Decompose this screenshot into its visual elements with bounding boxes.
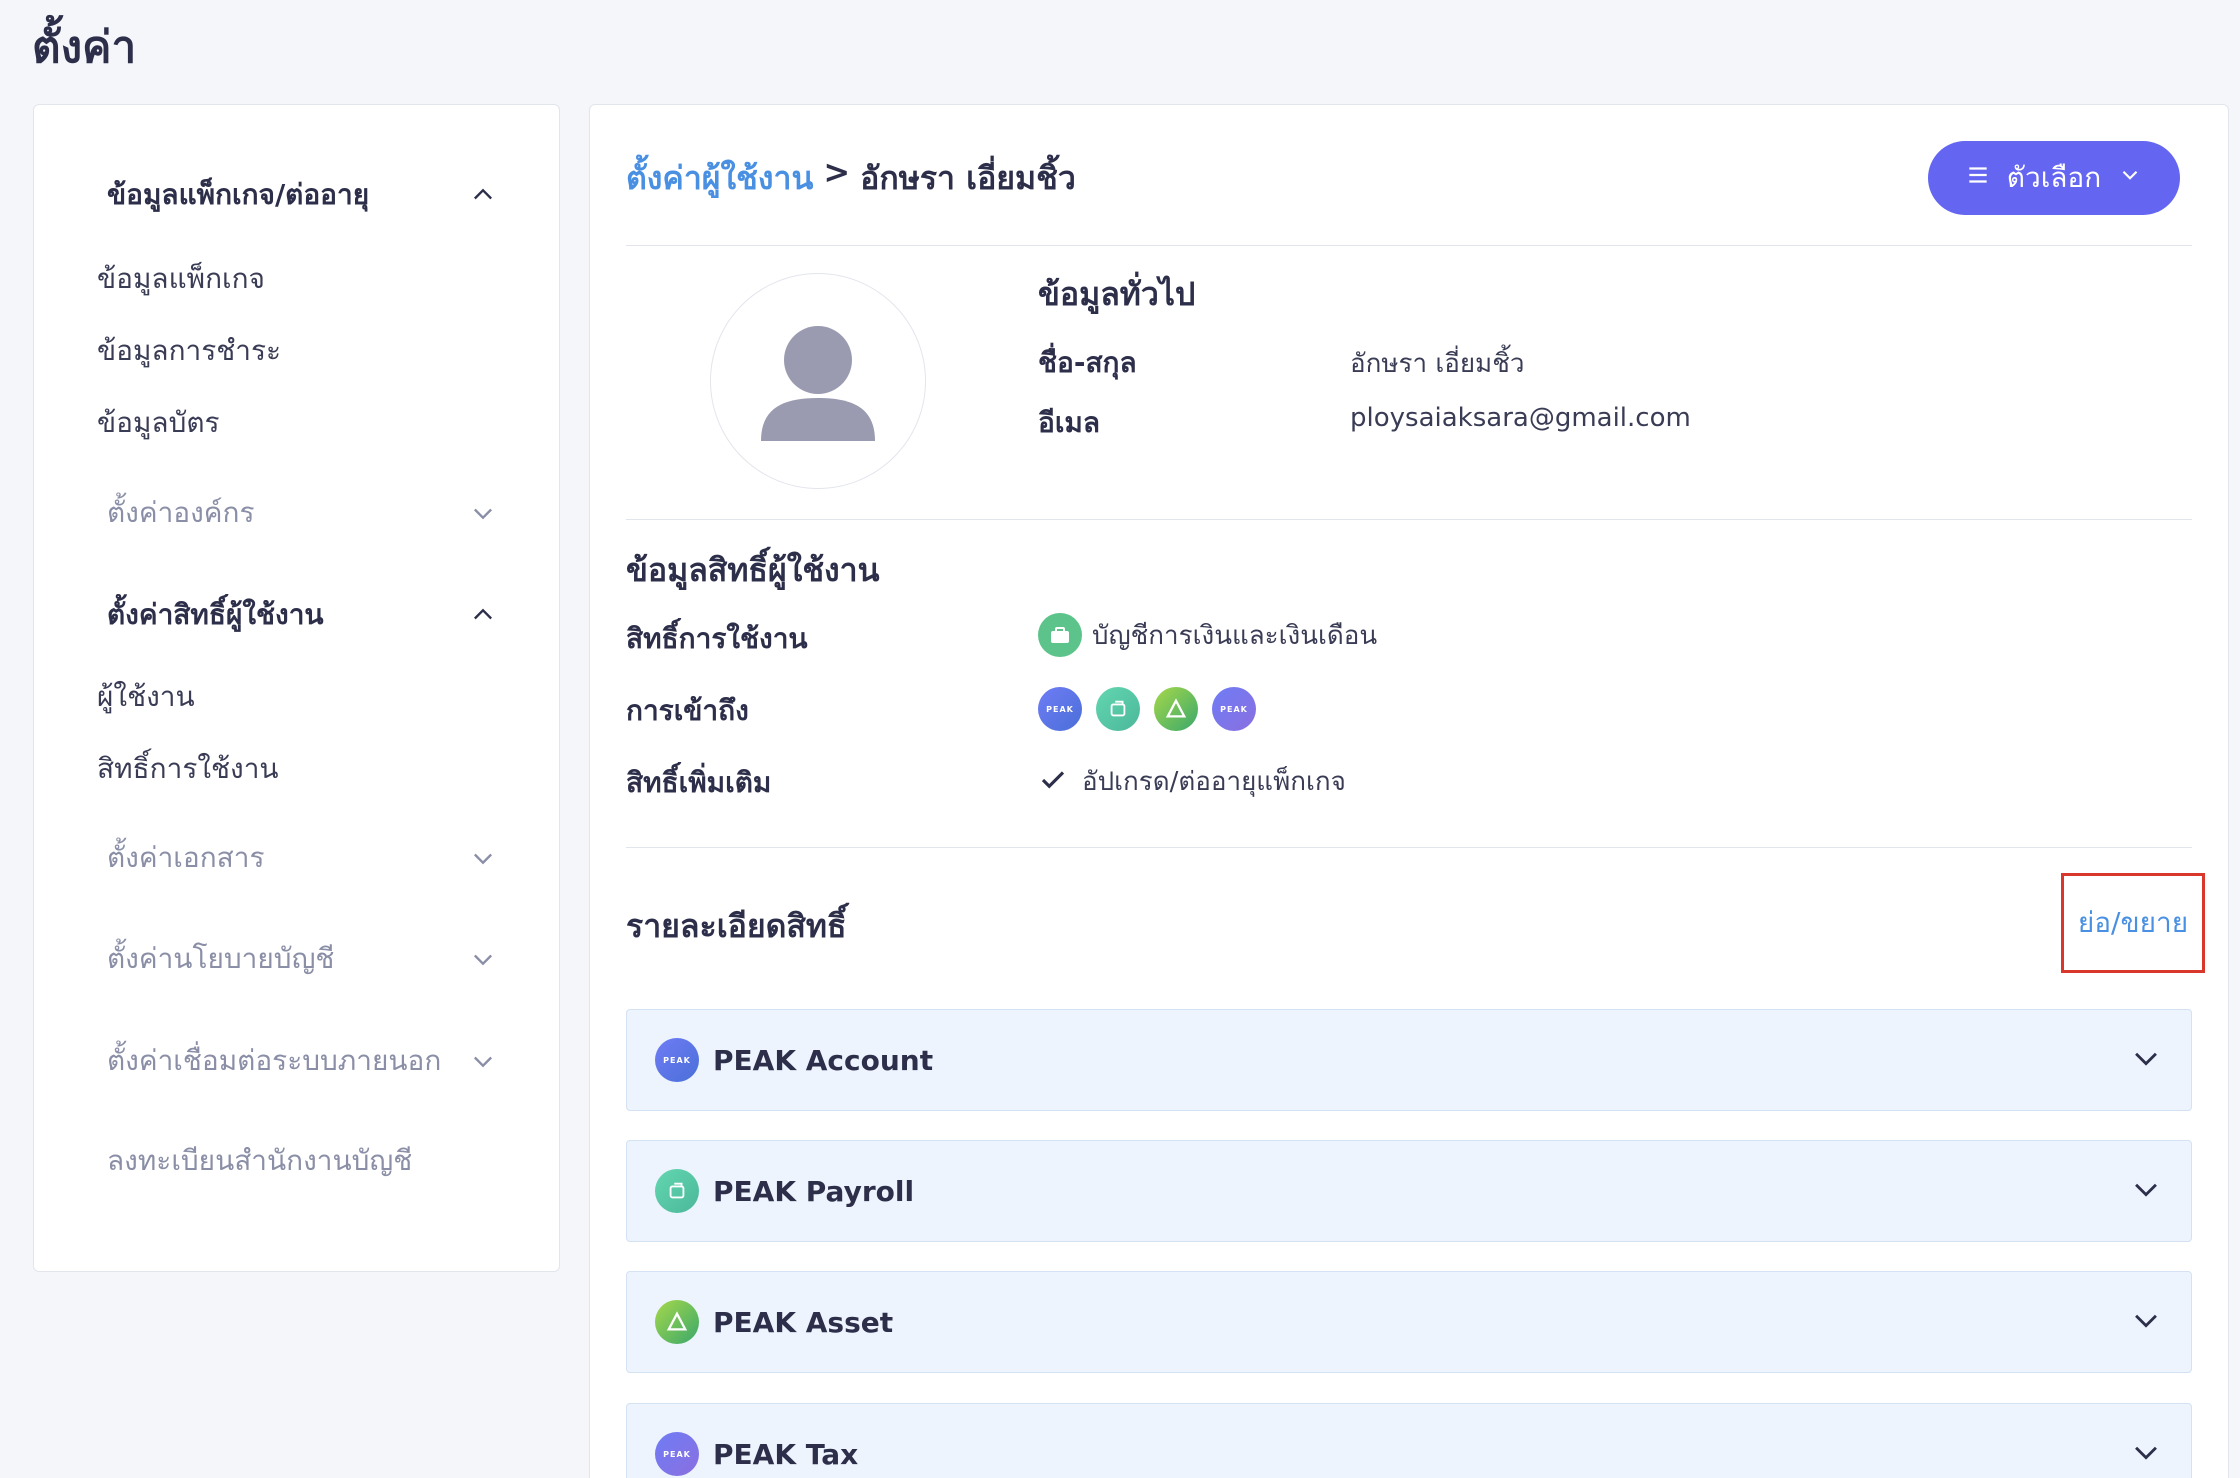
check-icon [1038, 765, 1068, 799]
page-title: ตั้งค่า [32, 22, 137, 73]
accordion-title: PEAK Payroll [713, 1174, 915, 1208]
accordion-title: PEAK Account [713, 1043, 934, 1077]
sidebar-item-users[interactable]: ผู้ใช้งาน [97, 675, 195, 719]
accordion-peak-payroll[interactable]: PEAK Payroll [626, 1140, 2192, 1242]
peak-payroll-icon [655, 1169, 699, 1213]
extra-permission-label: สิทธิ์เพิ่มเติม [626, 766, 772, 799]
breadcrumb: ตั้งค่าผู้ใช้งาน > อักษรา เอี่ยมชิ้ว [626, 153, 1076, 204]
sidebar-group-label: ตั้งค่าเอกสาร [107, 841, 265, 874]
permission-details-title: รายละเอียดสิทธิ์ [626, 907, 847, 945]
sidebar-item-package-info[interactable]: ข้อมูลแพ็กเกจ [97, 257, 265, 301]
chevron-down-icon [469, 1047, 497, 1075]
sidebar-group-label: ตั้งค่าองค์กร [107, 496, 255, 529]
user-detail-panel: ตั้งค่าผู้ใช้งาน > อักษรา เอี่ยมชิ้ว ตัว… [589, 104, 2229, 1478]
peak-asset-icon [655, 1300, 699, 1344]
chevron-down-icon [469, 499, 497, 527]
role-value-wrapper: บัญชีการเงินและเงินเดือน [1038, 613, 1377, 657]
peak-tax-icon: PEAK [1212, 687, 1256, 731]
sidebar-group-label: ลงทะเบียนสำนักงานบัญชี [107, 1144, 413, 1177]
extra-permission-value: อัปเกรด/ต่ออายุแพ็กเกจ [1082, 767, 1346, 797]
sidebar-group-documents[interactable]: ตั้งค่าเอกสาร [107, 836, 497, 880]
sidebar-group-label: ข้อมูลแพ็กเกจ/ต่ออายุ [107, 178, 370, 211]
fullname-value: อักษรา เอี่ยมชิ้ว [1350, 349, 1525, 379]
expand-collapse-link[interactable]: ย่อ/ขยาย [2061, 873, 2205, 973]
divider [626, 847, 2192, 848]
sidebar-group-label: ตั้งค่าเชื่อมต่อระบบภายนอก [107, 1044, 442, 1077]
sidebar-group-organization[interactable]: ตั้งค่าองค์กร [107, 491, 497, 535]
sidebar-group-accounting-policy[interactable]: ตั้งค่านโยบายบัญชี [107, 937, 497, 981]
chevron-down-icon [2129, 1303, 2163, 1341]
access-apps: PEAK PEAK [1038, 687, 1256, 731]
role-value: บัญชีการเงินและเงินเดือน [1092, 620, 1378, 651]
permission-info-title: ข้อมูลสิทธิ์ผู้ใช้งาน [626, 551, 880, 589]
access-label: การเข้าถึง [626, 694, 749, 727]
email-value: ploysaiaksara@gmail.com [1350, 403, 1691, 433]
extra-permission-wrapper: อัปเกรด/ต่ออายุแพ็กเกจ [1038, 761, 1346, 802]
user-placeholder-icon [761, 326, 875, 441]
chevron-down-icon [2117, 162, 2143, 195]
peak-account-icon: PEAK [655, 1038, 699, 1082]
menu-icon [1965, 162, 1991, 195]
accordion-peak-tax[interactable]: PEAK PEAK Tax [626, 1403, 2192, 1478]
sidebar-item-permissions[interactable]: สิทธิ์การใช้งาน [97, 747, 279, 791]
chevron-down-icon [2129, 1172, 2163, 1210]
options-button[interactable]: ตัวเลือก [1928, 141, 2180, 215]
accordion-peak-asset[interactable]: PEAK Asset [626, 1271, 2192, 1373]
email-label: อีเมล [1038, 406, 1101, 439]
sidebar-group-label: ตั้งค่าสิทธิ์ผู้ใช้งาน [107, 598, 324, 631]
breadcrumb-link-user-settings[interactable]: ตั้งค่าผู้ใช้งาน [626, 153, 813, 204]
sidebar-group-accounting-office[interactable]: ลงทะเบียนสำนักงานบัญชี [107, 1139, 497, 1183]
peak-tax-icon: PEAK [655, 1432, 699, 1476]
general-info-title: ข้อมูลทั่วไป [1038, 275, 1196, 313]
divider [626, 519, 2192, 520]
sidebar-group-integrations[interactable]: ตั้งค่าเชื่อมต่อระบบภายนอก [107, 1039, 497, 1083]
sidebar-group-user-permissions[interactable]: ตั้งค่าสิทธิ์ผู้ใช้งาน [107, 593, 497, 637]
sidebar-group-package[interactable]: ข้อมูลแพ็กเกจ/ต่ออายุ [107, 173, 497, 217]
chevron-down-icon [2129, 1435, 2163, 1473]
accordion-title: PEAK Asset [713, 1305, 894, 1339]
divider [626, 245, 2192, 246]
chevron-up-icon [469, 181, 497, 209]
chevron-down-icon [469, 945, 497, 973]
accordion-title: PEAK Tax [713, 1437, 859, 1471]
sidebar-item-card-info[interactable]: ข้อมูลบัตร [97, 401, 220, 445]
briefcase-icon [1038, 613, 1082, 657]
avatar [710, 273, 926, 489]
sidebar-item-payment-info[interactable]: ข้อมูลการชำระ [97, 329, 281, 373]
accordion-peak-account[interactable]: PEAK PEAK Account [626, 1009, 2192, 1111]
chevron-down-icon [469, 844, 497, 872]
chevron-up-icon [469, 601, 497, 629]
role-label: สิทธิ์การใช้งาน [626, 622, 808, 655]
peak-payroll-icon [1096, 687, 1140, 731]
fullname-label: ชื่อ-สกุล [1038, 346, 1137, 379]
peak-asset-icon [1154, 687, 1198, 731]
sidebar-group-label: ตั้งค่านโยบายบัญชี [107, 942, 335, 975]
peak-account-icon: PEAK [1038, 687, 1082, 731]
breadcrumb-separator: > [823, 153, 851, 191]
breadcrumb-current: อักษรา เอี่ยมชิ้ว [860, 159, 1076, 197]
settings-sidebar: ข้อมูลแพ็กเกจ/ต่ออายุ ข้อมูลแพ็กเกจ ข้อม… [33, 104, 560, 1272]
chevron-down-icon [2129, 1041, 2163, 1079]
options-button-label: ตัวเลือก [2006, 161, 2102, 194]
